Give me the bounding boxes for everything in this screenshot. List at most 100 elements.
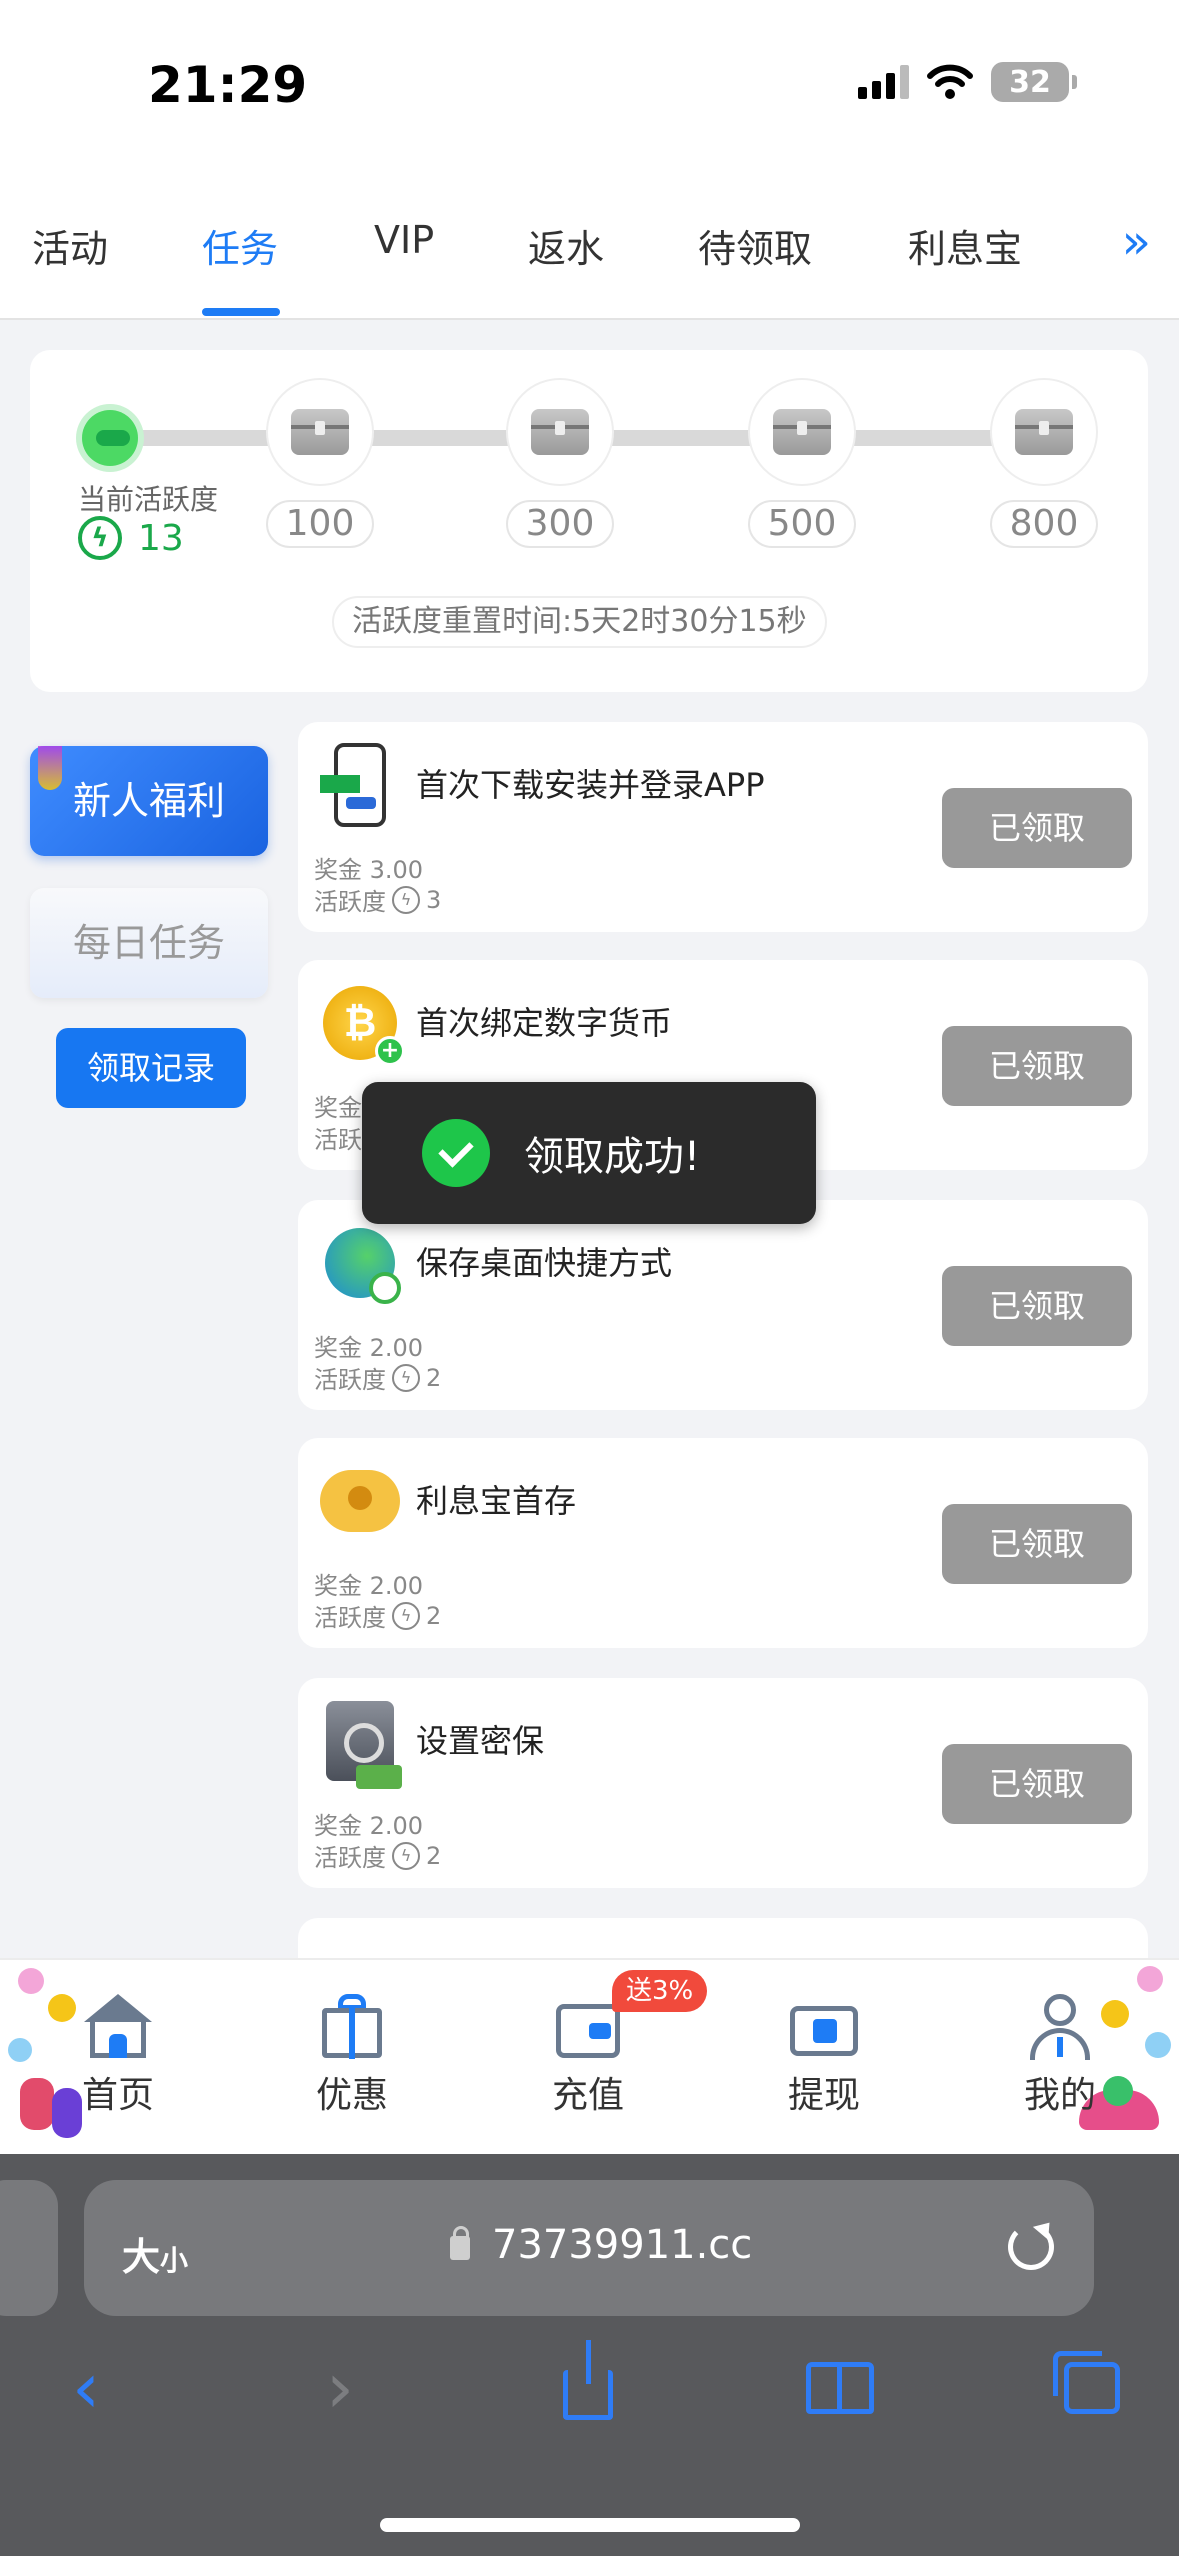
tab-interest[interactable]: 利息宝 bbox=[908, 218, 1022, 273]
nav-label: 我的 bbox=[1023, 2075, 1096, 2116]
task-title: 设置密保 bbox=[416, 1722, 545, 1760]
tabs-overview-icon[interactable] bbox=[1052, 2348, 1132, 2428]
task-activity: 活跃度 ϟ 3 bbox=[314, 882, 441, 917]
claim-record-button[interactable]: 领取记录 bbox=[56, 1028, 246, 1108]
status-time: 21:29 bbox=[148, 56, 308, 114]
nav-home[interactable]: 首页 bbox=[48, 1994, 188, 2118]
task-activity-value: 2 bbox=[426, 1841, 442, 1870]
home-indicator bbox=[380, 2518, 800, 2532]
back-icon[interactable]: ‹ bbox=[46, 2347, 126, 2429]
bottom-navigation: 首页 优惠 充值 提现 我的 送3% bbox=[0, 1958, 1179, 2154]
status-bar: 21:29 32 bbox=[0, 0, 1179, 190]
tab-pending[interactable]: 待领取 bbox=[698, 218, 812, 273]
tab-activity[interactable]: 活动 bbox=[32, 218, 108, 273]
task-activity-value: 2 bbox=[426, 1363, 442, 1392]
milestone-label: 500 bbox=[748, 500, 856, 548]
lightning-icon: ϟ bbox=[392, 1841, 420, 1870]
globe-link-icon bbox=[320, 1218, 401, 1308]
toast-message: 领取成功! bbox=[524, 1134, 701, 1180]
treasure-chest-icon[interactable] bbox=[506, 378, 614, 486]
check-circle-icon bbox=[422, 1119, 490, 1187]
task-card: 保存桌面快捷方式 奖金 2.00 活跃度 ϟ 2 已领取 bbox=[298, 1200, 1148, 1410]
cellular-signal-icon bbox=[858, 65, 909, 99]
url-text[interactable]: 73739911.cc bbox=[492, 2222, 752, 2268]
deposit-bonus-badge: 送3% bbox=[612, 1970, 708, 2012]
claimed-button[interactable]: 已领取 bbox=[942, 1266, 1132, 1346]
nav-label: 充值 bbox=[551, 2075, 624, 2116]
milestone-label: 300 bbox=[506, 500, 614, 548]
task-card: 设置密保 奖金 2.00 活跃度 ϟ 2 已领取 bbox=[298, 1678, 1148, 1888]
tab-tasks[interactable]: 任务 bbox=[202, 218, 278, 273]
task-activity-value: 2 bbox=[426, 1601, 442, 1630]
task-title: 保存桌面快捷方式 bbox=[416, 1244, 673, 1282]
forward-icon[interactable]: › bbox=[300, 2347, 380, 2429]
task-activity-label: 活跃度 bbox=[314, 1844, 386, 1872]
share-icon[interactable] bbox=[548, 2340, 628, 2428]
text-size-button[interactable]: 大小 bbox=[122, 2226, 188, 2281]
daily-tasks-button[interactable]: 每日任务 bbox=[30, 888, 268, 998]
status-icons: 32 bbox=[858, 62, 1077, 102]
milestone-label: 800 bbox=[990, 500, 1098, 548]
address-bar[interactable]: 大小 73739911.cc bbox=[84, 2180, 1094, 2316]
ticket-icon bbox=[788, 1994, 860, 2060]
task-reward: 奖金 3.00 bbox=[314, 856, 424, 884]
claimed-button[interactable]: 已领取 bbox=[942, 788, 1132, 868]
task-reward: 奖金 2.00 bbox=[314, 1572, 424, 1600]
phone-download-icon bbox=[320, 740, 400, 830]
task-activity-label: 活跃度 bbox=[314, 1604, 386, 1632]
task-card-partial bbox=[298, 1918, 1148, 1958]
task-title: 利息宝首存 bbox=[416, 1482, 577, 1520]
aa-small: 小 bbox=[160, 2244, 189, 2277]
task-activity-label: 活跃度 bbox=[314, 1366, 386, 1394]
current-activity-value: 13 bbox=[138, 517, 184, 559]
nav-promotions[interactable]: 优惠 bbox=[282, 1994, 422, 2118]
treasure-chest-icon[interactable] bbox=[748, 378, 856, 486]
milestone-label: 100 bbox=[266, 500, 374, 548]
home-icon bbox=[82, 1994, 154, 2060]
previous-tab-stub[interactable] bbox=[0, 2180, 58, 2316]
nav-label: 首页 bbox=[81, 2075, 154, 2116]
active-tab-indicator bbox=[202, 308, 280, 316]
claimed-button[interactable]: 已领取 bbox=[942, 1744, 1132, 1824]
claimed-button[interactable]: 已领取 bbox=[942, 1026, 1132, 1106]
task-title: 首次下载安装并登录APP bbox=[416, 766, 765, 804]
claimed-button[interactable]: 已领取 bbox=[942, 1504, 1132, 1584]
nav-label: 提现 bbox=[787, 2075, 860, 2116]
task-activity: 活跃度ϟ2 bbox=[314, 1838, 441, 1873]
task-activity: 活跃度ϟ2 bbox=[314, 1598, 441, 1633]
lock-icon bbox=[450, 2226, 470, 2260]
piggy-bank-icon bbox=[320, 1456, 400, 1546]
tab-rebate[interactable]: 返水 bbox=[528, 218, 604, 273]
task-card: 利息宝首存 奖金 2.00 活跃度 ϟ 2 已领取 bbox=[298, 1438, 1148, 1648]
bitcoin-icon: ₿ + bbox=[320, 978, 405, 1068]
lightning-icon: ϟ bbox=[78, 516, 122, 560]
wifi-icon bbox=[927, 64, 973, 99]
reload-icon[interactable] bbox=[1008, 2224, 1054, 2270]
nav-withdraw[interactable]: 提现 bbox=[754, 1994, 894, 2118]
bookmarks-icon[interactable] bbox=[800, 2348, 880, 2428]
double-chevron-right-icon[interactable]: » bbox=[1122, 214, 1151, 270]
treasure-chest-icon[interactable] bbox=[266, 378, 374, 486]
nav-deposit[interactable]: 充值 bbox=[518, 1994, 658, 2118]
newbie-benefits-button[interactable]: 新人福利 bbox=[30, 746, 268, 856]
task-activity-label: 活跃度 bbox=[314, 888, 386, 916]
person-icon bbox=[1024, 1994, 1096, 2060]
activity-progress-card: 100 300 500 800 当前活跃度 ϟ 13 活跃度重置时间:5天2时3… bbox=[30, 350, 1148, 692]
battery-icon: 32 bbox=[991, 62, 1077, 102]
task-reward: 奖金 2.00 bbox=[314, 1812, 424, 1840]
task-activity-value: 3 bbox=[426, 885, 442, 914]
tab-vip[interactable]: VIP bbox=[374, 218, 434, 262]
treasure-chest-icon[interactable] bbox=[990, 378, 1098, 486]
browser-chrome: 大小 73739911.cc ‹ › bbox=[0, 2154, 1179, 2556]
gift-icon bbox=[316, 1994, 388, 2060]
category-tabs: 活动 任务 VIP 返水 待领取 利息宝 » bbox=[0, 190, 1179, 320]
success-toast: 领取成功! bbox=[362, 1082, 816, 1224]
lightning-icon: ϟ bbox=[392, 1363, 420, 1392]
nav-label: 优惠 bbox=[315, 2075, 388, 2116]
task-card: 首次下载安装并登录APP 奖金 3.00 活跃度 ϟ 3 已领取 bbox=[298, 722, 1148, 932]
nav-profile[interactable]: 我的 bbox=[990, 1994, 1130, 2118]
lightning-icon: ϟ bbox=[392, 885, 420, 914]
aa-big: 大 bbox=[122, 2235, 161, 2279]
safe-icon bbox=[320, 1696, 402, 1789]
task-title: 首次绑定数字货币 bbox=[416, 1004, 673, 1042]
